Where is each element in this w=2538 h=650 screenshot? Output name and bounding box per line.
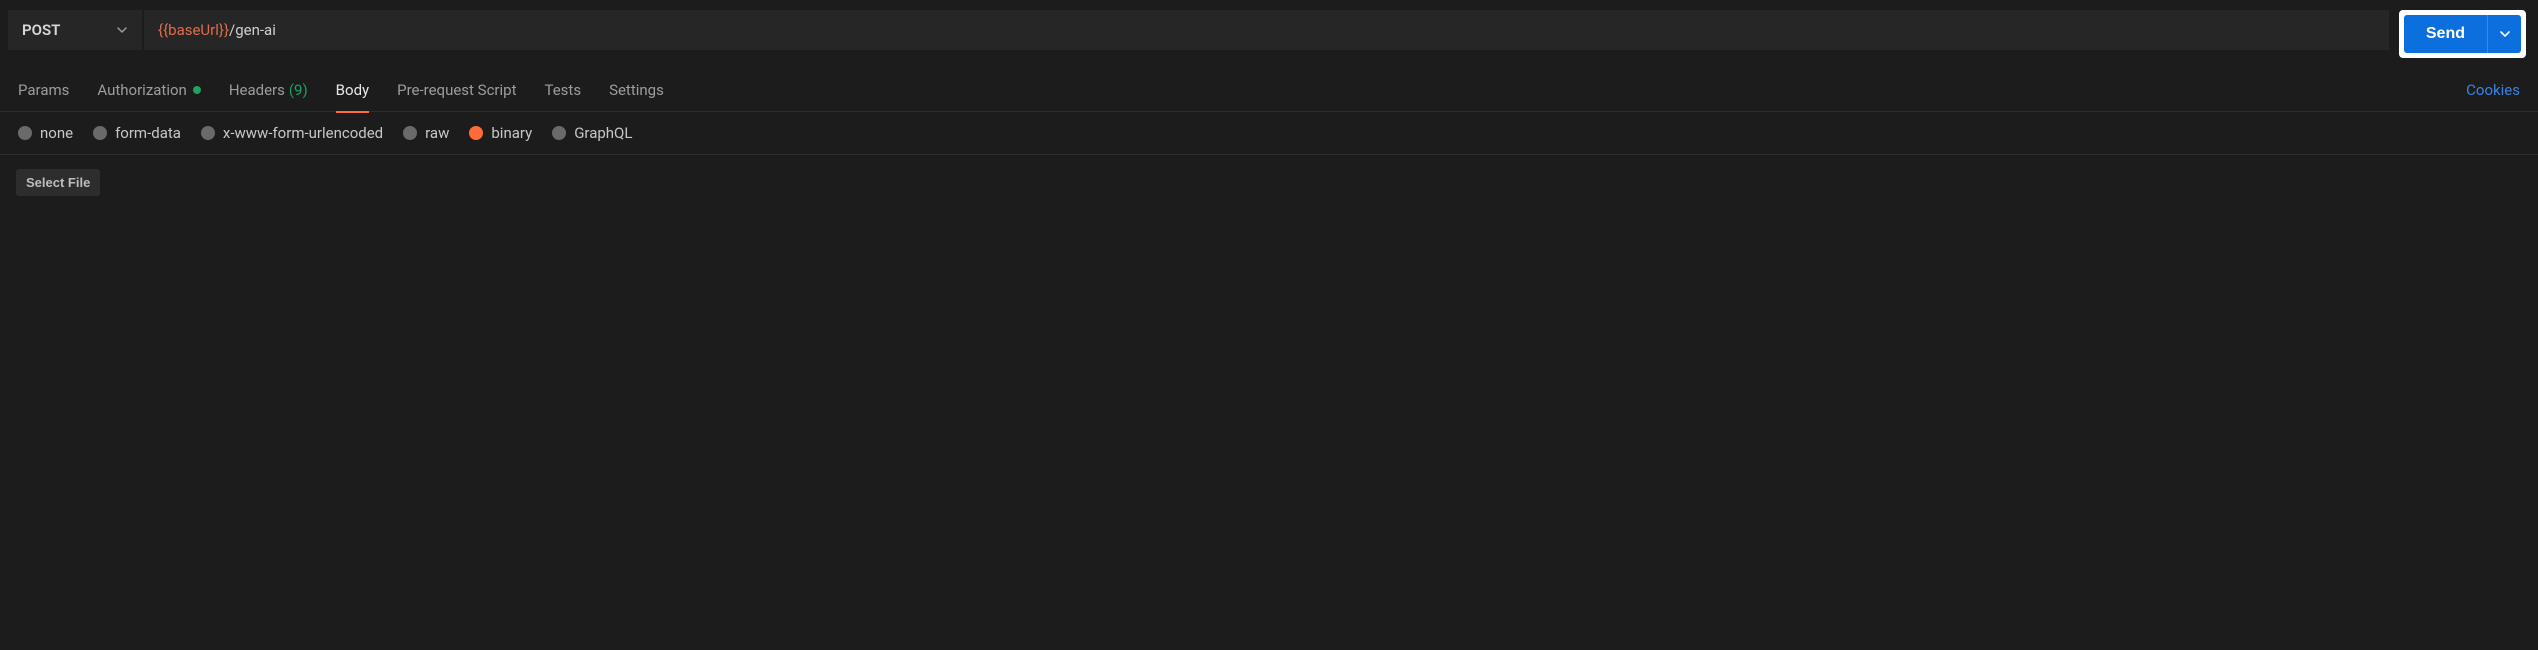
- tab-label: Tests: [544, 81, 581, 99]
- tab-settings[interactable]: Settings: [609, 68, 664, 112]
- http-method-label: POST: [22, 21, 60, 39]
- url-input[interactable]: {{baseUrl}}/gen-ai: [144, 10, 2389, 50]
- body-type-graphql[interactable]: GraphQL: [552, 124, 632, 142]
- status-dot-icon: [193, 86, 201, 94]
- radio-icon: [18, 126, 32, 140]
- send-button-group: Send: [2399, 10, 2526, 58]
- tab-label: Settings: [609, 81, 664, 99]
- tab-label: Params: [18, 81, 69, 99]
- send-button[interactable]: Send: [2404, 15, 2487, 53]
- http-method-select[interactable]: POST: [8, 10, 142, 50]
- body-content-area: Select File: [0, 155, 2538, 210]
- tab-params[interactable]: Params: [18, 68, 69, 112]
- request-bar: POST {{baseUrl}}/gen-ai Send: [0, 0, 2538, 68]
- tab-label: Body: [336, 81, 369, 99]
- body-type-selector: none form-data x-www-form-urlencoded raw…: [0, 112, 2538, 155]
- radio-icon: [469, 126, 483, 140]
- tab-label: Authorization: [97, 81, 186, 99]
- url-variable: {{baseUrl}}: [158, 21, 229, 39]
- chevron-down-icon: [116, 24, 128, 36]
- body-type-none[interactable]: none: [18, 124, 73, 142]
- radio-label: GraphQL: [574, 124, 632, 142]
- chevron-down-icon: [2499, 28, 2511, 40]
- request-tabs: Params Authorization Headers (9) Body Pr…: [0, 68, 2538, 112]
- cookies-label: Cookies: [2466, 81, 2520, 99]
- send-dropdown-button[interactable]: [2487, 15, 2521, 53]
- radio-icon: [201, 126, 215, 140]
- radio-label: form-data: [115, 124, 181, 142]
- body-type-form-data[interactable]: form-data: [93, 124, 181, 142]
- tab-tests[interactable]: Tests: [544, 68, 581, 112]
- radio-label: none: [40, 124, 73, 142]
- radio-label: raw: [425, 124, 449, 142]
- tab-pre-request-script[interactable]: Pre-request Script: [397, 68, 516, 112]
- select-file-button[interactable]: Select File: [16, 169, 100, 196]
- body-type-x-www-form-urlencoded[interactable]: x-www-form-urlencoded: [201, 124, 383, 142]
- radio-label: binary: [491, 124, 532, 142]
- tab-headers[interactable]: Headers (9): [229, 68, 308, 112]
- radio-icon: [93, 126, 107, 140]
- tab-body[interactable]: Body: [336, 68, 369, 112]
- tab-label: Pre-request Script: [397, 81, 516, 99]
- body-type-raw[interactable]: raw: [403, 124, 449, 142]
- radio-icon: [552, 126, 566, 140]
- radio-icon: [403, 126, 417, 140]
- radio-label: x-www-form-urlencoded: [223, 124, 383, 142]
- tab-authorization[interactable]: Authorization: [97, 68, 200, 112]
- cookies-link[interactable]: Cookies: [2466, 81, 2520, 99]
- tab-label: Headers: [229, 81, 285, 99]
- headers-count: (9): [289, 81, 308, 99]
- url-path: /gen-ai: [229, 21, 276, 39]
- body-type-binary[interactable]: binary: [469, 124, 532, 142]
